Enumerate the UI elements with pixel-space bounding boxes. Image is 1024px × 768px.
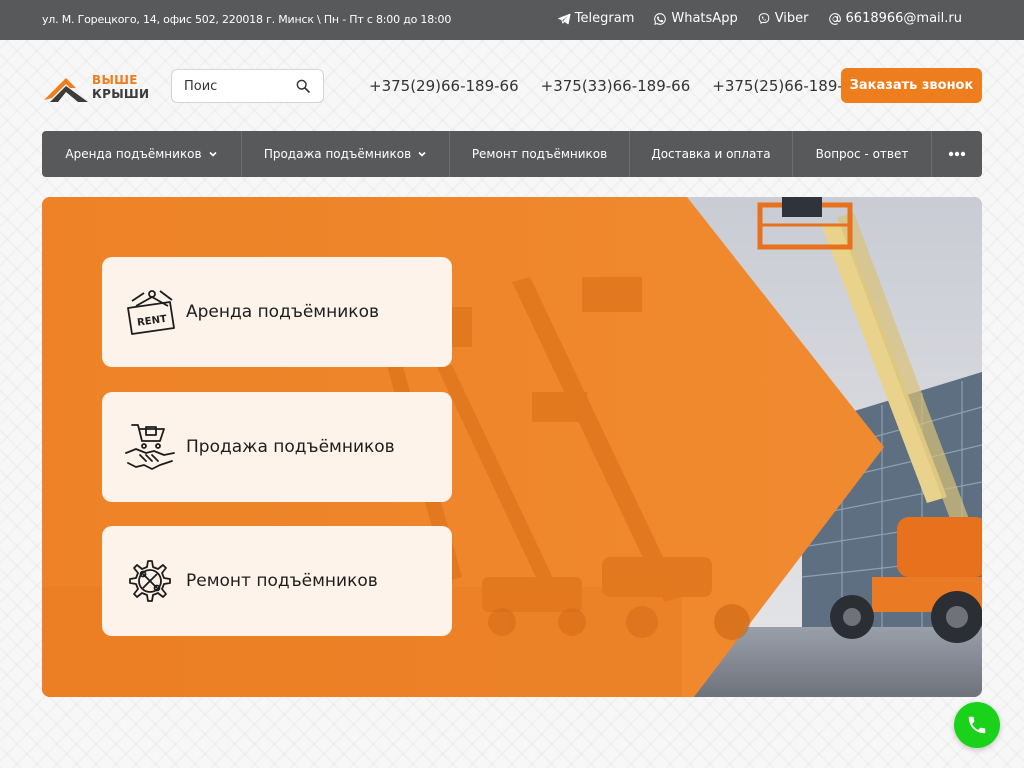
order-call-button[interactable]: Заказать звонок bbox=[841, 68, 982, 103]
hero-banner: RENT Аренда подъёмников Продажа подъёмни… bbox=[42, 197, 982, 697]
logo-line-2: КРЫШИ bbox=[92, 87, 150, 101]
nav-item-sale[interactable]: Продажа подъёмников bbox=[242, 131, 450, 177]
telegram-icon bbox=[557, 13, 571, 24]
more-dots-icon bbox=[948, 151, 966, 157]
call-fab-button[interactable] bbox=[954, 702, 1000, 748]
top-bar: ул. М. Горецкого, 14, офис 502, 220018 г… bbox=[0, 0, 1024, 40]
contact-links: Telegram WhatsApp Viber 6618966@mail.ru bbox=[557, 11, 962, 26]
email-icon bbox=[828, 12, 841, 25]
hero-card-sale[interactable]: Продажа подъёмников bbox=[102, 392, 452, 502]
search-icon[interactable] bbox=[295, 78, 311, 94]
phone-1[interactable]: +375(29)66-189-66 bbox=[369, 77, 519, 95]
chevron-down-icon bbox=[418, 151, 426, 157]
nav-more-button[interactable] bbox=[932, 131, 982, 177]
whatsapp-link[interactable]: WhatsApp bbox=[653, 11, 738, 26]
phone-2[interactable]: +375(33)66-189-66 bbox=[541, 77, 691, 95]
nav-item-repair[interactable]: Ремонт подъёмников bbox=[450, 131, 630, 177]
phone-icon bbox=[968, 716, 986, 734]
site-logo[interactable]: ВЫШЕ КРЫШИ bbox=[42, 70, 154, 104]
phone-3[interactable]: +375(25)66-189-66 bbox=[712, 77, 862, 95]
main-nav: Аренда подъёмников Продажа подъёмников Р… bbox=[42, 131, 982, 177]
phone-numbers: +375(29)66-189-66 +375(33)66-189-66 +375… bbox=[369, 77, 862, 95]
cart-handshake-icon bbox=[125, 424, 175, 470]
search-box bbox=[171, 69, 324, 103]
gear-wrench-icon bbox=[129, 560, 171, 602]
telegram-link[interactable]: Telegram bbox=[557, 11, 634, 26]
svg-text:RENT: RENT bbox=[137, 314, 168, 329]
nav-item-rent[interactable]: Аренда подъёмников bbox=[42, 131, 242, 177]
rent-sign-icon: RENT bbox=[127, 290, 175, 335]
viber-link[interactable]: Viber bbox=[757, 11, 809, 26]
nav-item-delivery[interactable]: Доставка и оплата bbox=[630, 131, 793, 177]
address-text: ул. М. Горецкого, 14, офис 502, 220018 г… bbox=[42, 13, 452, 26]
whatsapp-icon bbox=[654, 12, 667, 25]
email-link[interactable]: 6618966@mail.ru bbox=[828, 11, 962, 26]
search-input[interactable] bbox=[184, 78, 294, 94]
roof-logo-icon bbox=[44, 78, 88, 102]
nav-item-faq[interactable]: Вопрос - ответ bbox=[793, 131, 932, 177]
logo-line-1: ВЫШЕ bbox=[92, 73, 138, 87]
hero-card-rent[interactable]: RENT Аренда подъёмников bbox=[102, 257, 452, 367]
viber-icon bbox=[758, 12, 769, 24]
chevron-down-icon bbox=[209, 151, 217, 157]
hero-card-repair[interactable]: Ремонт подъёмников bbox=[102, 526, 452, 636]
